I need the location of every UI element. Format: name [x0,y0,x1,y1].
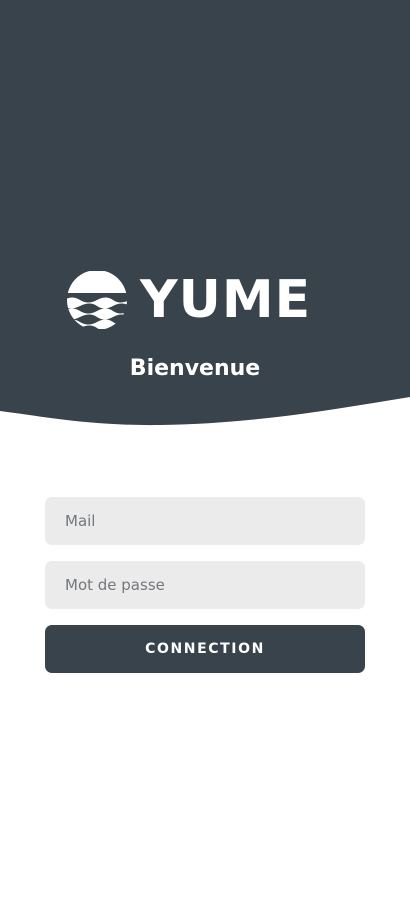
sun-waves-icon [67,271,127,329]
brand-name: YUME [140,270,312,330]
connect-button[interactable]: CONNECTION [45,625,365,673]
header-banner: YUME Bienvenue [0,0,410,430]
password-input[interactable] [45,561,365,609]
welcome-title: Bienvenue [129,356,261,381]
mail-input[interactable] [45,497,365,545]
brand-logo: YUME [64,270,311,330]
